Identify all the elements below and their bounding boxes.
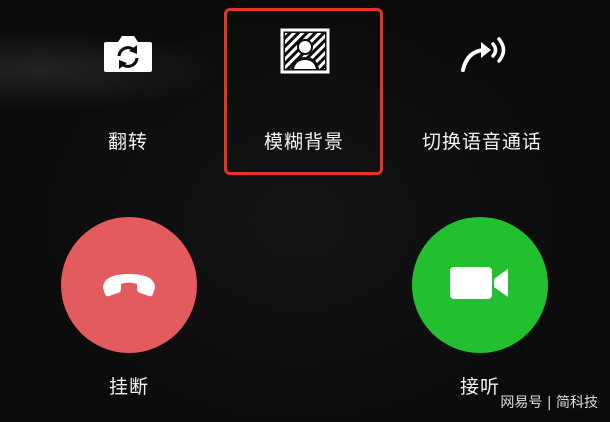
highlight-frame — [224, 8, 383, 175]
answer-button[interactable] — [412, 217, 548, 353]
hang-up-phone-icon — [99, 268, 159, 302]
switch-to-voice-icon[interactable] — [457, 34, 509, 74]
answer-label: 接听 — [459, 376, 501, 398]
watermark: 网易号 | 简科技 — [500, 395, 598, 411]
hang-up-button[interactable] — [61, 217, 197, 353]
flip-label: 翻转 — [107, 131, 149, 153]
incoming-video-call-screen: 翻转 模糊背景 切换语音通话 挂断 接听 网易号 | 简科技 — [0, 0, 610, 422]
video-camera-icon — [448, 263, 512, 307]
hang-up-label: 挂断 — [108, 376, 150, 398]
switch-to-voice-label: 切换语音通话 — [421, 131, 543, 153]
camera-flip-icon[interactable] — [102, 30, 154, 74]
